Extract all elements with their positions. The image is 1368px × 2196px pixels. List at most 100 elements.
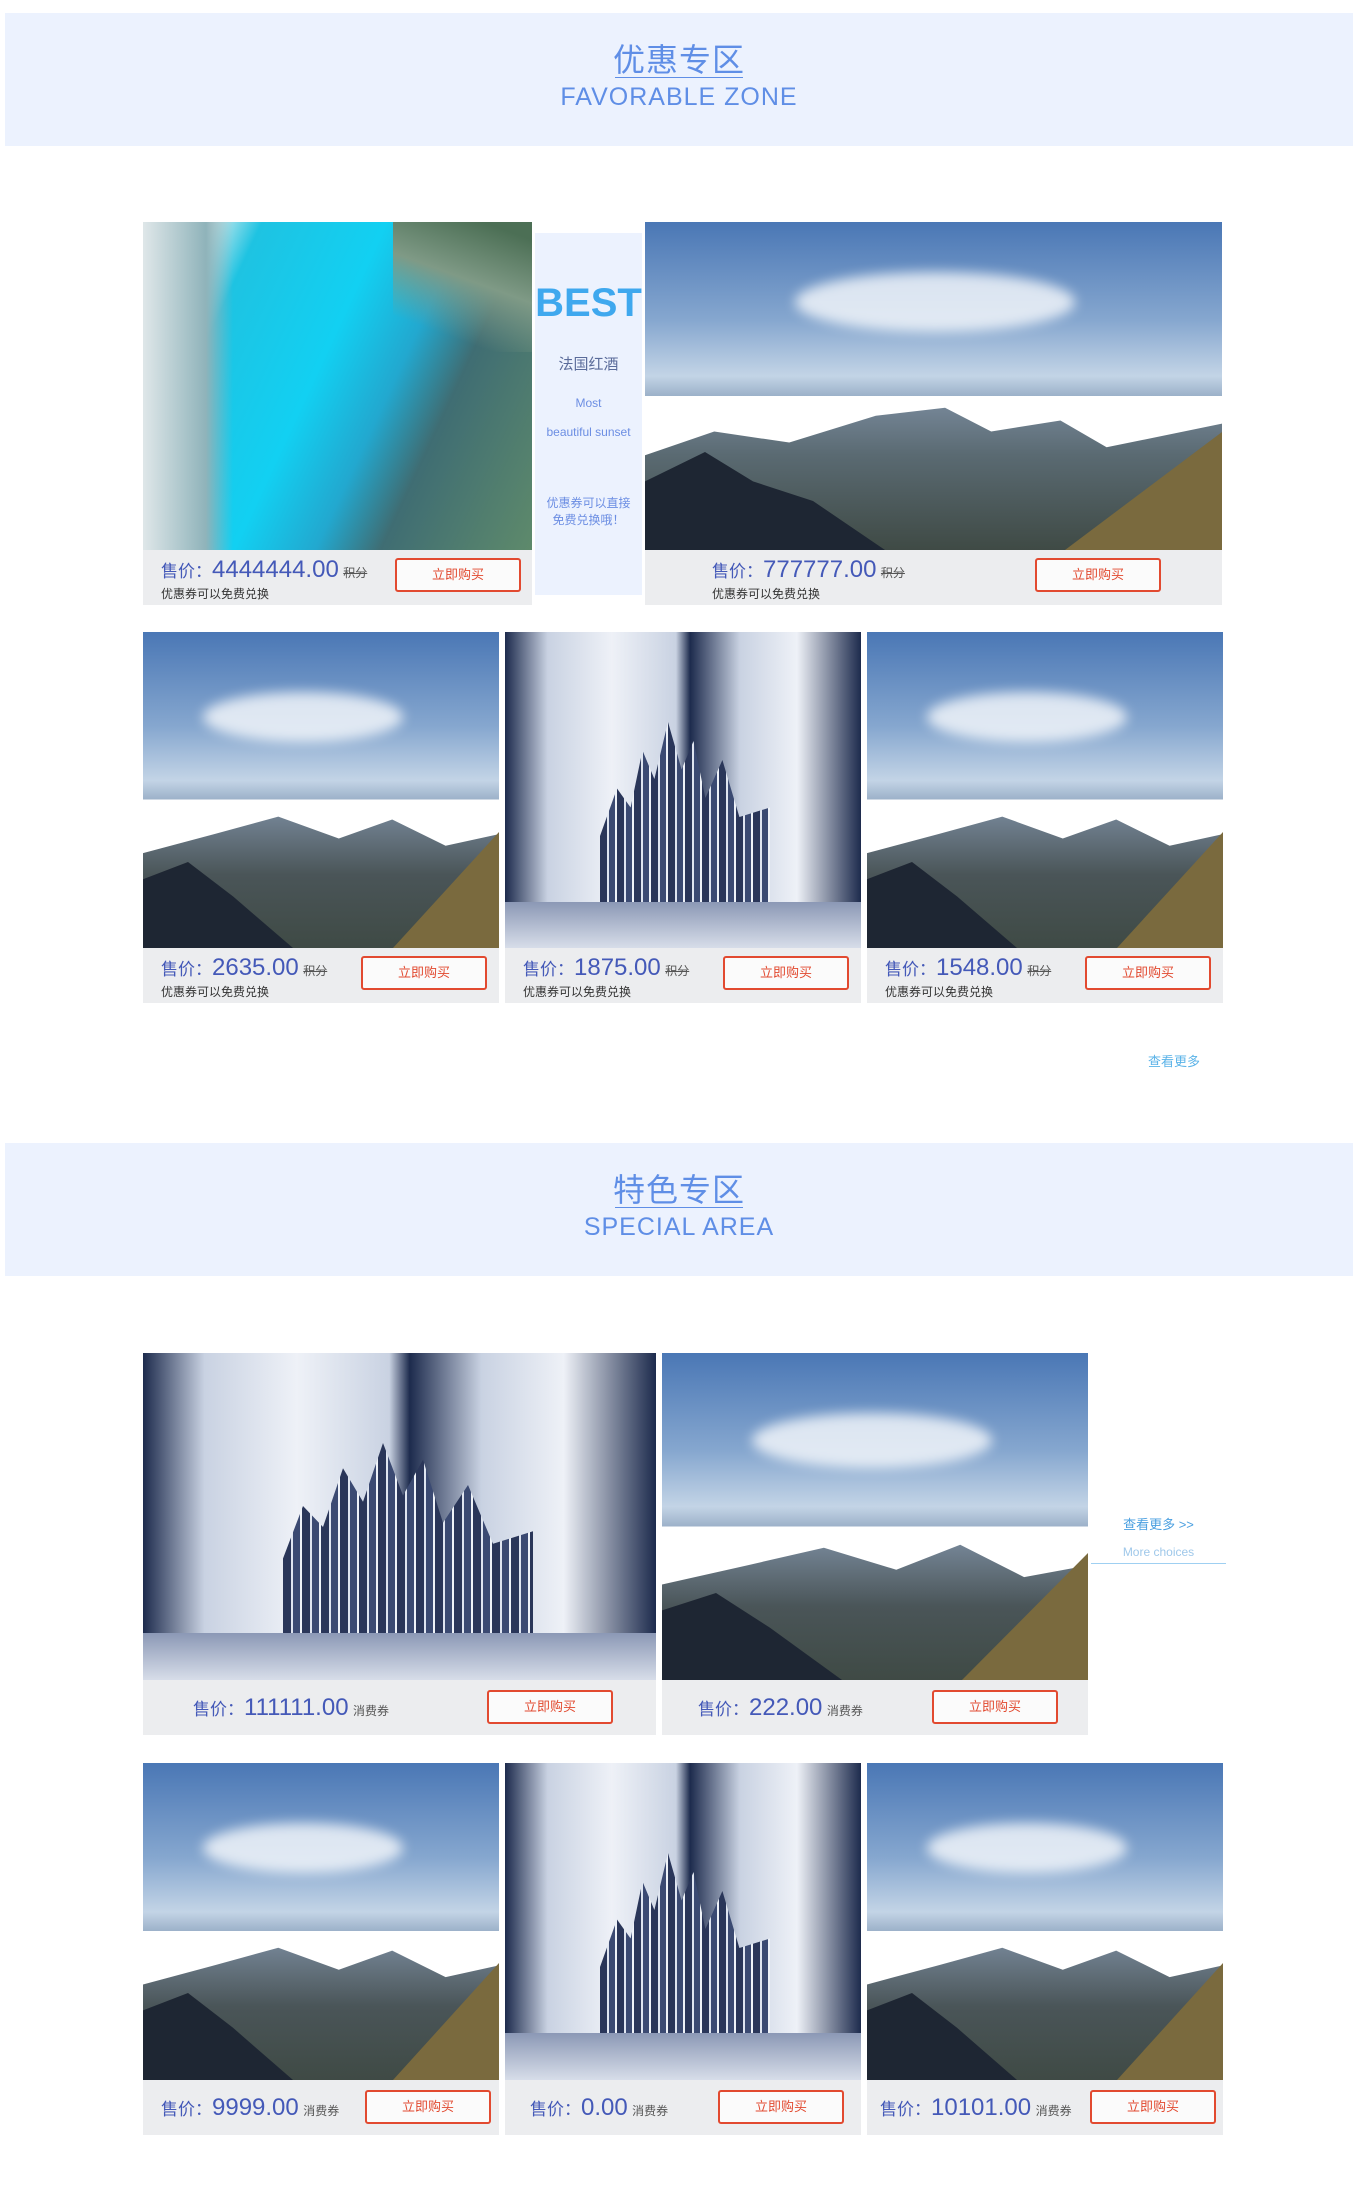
- price-label: 售价：: [712, 562, 763, 581]
- best-heading: BEST: [535, 281, 642, 325]
- product-image[interactable]: [143, 632, 499, 948]
- coupon-note: 优惠券可以免费兑换: [523, 985, 632, 999]
- product-image[interactable]: [505, 1763, 861, 2080]
- buy-now-button[interactable]: 立即购买: [361, 956, 487, 990]
- best-subtitle-2: beautiful sunset: [546, 425, 631, 439]
- product-card[interactable]: 售价：0.00 消费券 立即购买: [505, 1763, 861, 2135]
- price-value: 0.00: [581, 2094, 628, 2121]
- price-unit: 积分: [343, 566, 368, 580]
- price-unit: 消费券: [826, 1704, 863, 1718]
- more-choices-subtitle: More choices: [1122, 1545, 1195, 1559]
- product-card[interactable]: 售价：111111.00 消费券 立即购买: [143, 1353, 656, 1735]
- price-line: 售价：0.00 消费券: [530, 2094, 668, 2122]
- product-image[interactable]: [662, 1353, 1088, 1680]
- product-info-bar: 售价：4444444.00 积分 优惠券可以免费兑换 立即购买: [143, 550, 532, 605]
- price-label: 售价：: [161, 562, 212, 581]
- coupon-note: 优惠券可以免费兑换: [885, 985, 994, 999]
- price-unit: 积分: [303, 964, 328, 978]
- product-info-bar: 售价：0.00 消费券 立即购买: [505, 2080, 861, 2135]
- buy-now-button[interactable]: 立即购买: [1085, 956, 1211, 990]
- buy-now-button[interactable]: 立即购买: [718, 2090, 844, 2124]
- product-info-bar: 售价：111111.00 消费券 立即购买: [143, 1680, 656, 1735]
- product-info-bar: 售价：777777.00 积分 优惠券可以免费兑换 立即购买: [645, 550, 1222, 605]
- price-label: 售价：: [193, 1700, 244, 1719]
- view-more-link[interactable]: 查看更多: [1148, 1051, 1200, 1070]
- product-card[interactable]: 售价：222.00 消费券 立即购买: [662, 1353, 1088, 1735]
- price-line: 售价：4444444.00 积分: [161, 556, 367, 584]
- product-info-bar: 售价：222.00 消费券 立即购买: [662, 1680, 1088, 1735]
- favorable-zone-header: 优惠专区 FAVORABLE ZONE: [5, 13, 1353, 146]
- price-value: 4444444.00: [212, 556, 339, 583]
- best-description: 优惠券可以直接免费兑换哦！: [546, 496, 631, 527]
- product-image[interactable]: [143, 222, 532, 550]
- product-image[interactable]: [143, 1353, 656, 1680]
- price-label: 售价：: [530, 2100, 581, 2119]
- best-promo-panel[interactable]: BEST 法国红酒 Most beautiful sunset 优惠券可以直接免…: [535, 233, 642, 595]
- price-value: 222.00: [749, 1694, 823, 1721]
- price-line: 售价：2635.00 积分: [161, 954, 327, 982]
- title-divider: [615, 77, 743, 78]
- price-line: 售价：111111.00 消费券: [193, 1694, 389, 1722]
- product-info-bar: 售价：1548.00 积分 优惠券可以免费兑换 立即购买: [867, 948, 1223, 1003]
- product-card[interactable]: 售价：2635.00 积分 优惠券可以免费兑换 立即购买: [143, 632, 499, 1003]
- title-divider: [615, 1207, 743, 1208]
- coupon-note: 优惠券可以免费兑换: [161, 587, 270, 601]
- coupon-note: 优惠券可以免费兑换: [712, 587, 821, 601]
- product-card[interactable]: 售价：1548.00 积分 优惠券可以免费兑换 立即购买: [867, 632, 1223, 1003]
- price-value: 2635.00: [212, 954, 299, 981]
- buy-now-button[interactable]: 立即购买: [395, 558, 521, 592]
- price-unit: 消费券: [632, 2104, 669, 2118]
- coupon-note: 优惠券可以免费兑换: [161, 985, 270, 999]
- product-image[interactable]: [867, 632, 1223, 948]
- price-line: 售价：222.00 消费券: [698, 1694, 863, 1722]
- price-line: 售价：1548.00 积分: [885, 954, 1051, 982]
- favorable-zone-title: 优惠专区: [612, 42, 745, 78]
- price-value: 777777.00: [763, 556, 877, 583]
- buy-now-button[interactable]: 立即购买: [723, 956, 849, 990]
- product-image[interactable]: [505, 632, 861, 948]
- best-subtitle-1: Most: [575, 396, 602, 410]
- price-line: 售价：10101.00 消费券: [880, 2094, 1072, 2122]
- favorable-zone-subtitle: FAVORABLE ZONE: [560, 83, 798, 111]
- price-value: 111111.00: [244, 1694, 349, 1721]
- price-unit: 消费券: [353, 1704, 390, 1718]
- product-info-bar: 售价：2635.00 积分 优惠券可以免费兑换 立即购买: [143, 948, 499, 1003]
- price-label: 售价：: [161, 2100, 212, 2119]
- price-value: 1875.00: [574, 954, 661, 981]
- special-area-header: 特色专区 SPECIAL AREA: [5, 1143, 1353, 1276]
- price-label: 售价：: [885, 960, 936, 979]
- product-image[interactable]: [867, 1763, 1223, 2080]
- product-image[interactable]: [645, 222, 1222, 550]
- price-line: 售价：1875.00 积分: [523, 954, 689, 982]
- price-label: 售价：: [698, 1700, 749, 1719]
- product-card[interactable]: 售价：10101.00 消费券 立即购买: [867, 1763, 1223, 2135]
- price-line: 售价：777777.00 积分: [712, 556, 905, 584]
- buy-now-button[interactable]: 立即购买: [1035, 558, 1161, 592]
- product-info-bar: 售价：1875.00 积分 优惠券可以免费兑换 立即购买: [505, 948, 861, 1003]
- price-unit: 消费券: [1035, 2104, 1072, 2118]
- buy-now-button[interactable]: 立即购买: [932, 1690, 1058, 1724]
- price-unit: 积分: [1027, 964, 1052, 978]
- price-value: 10101.00: [931, 2094, 1032, 2121]
- price-unit: 消费券: [303, 2104, 340, 2118]
- buy-now-button[interactable]: 立即购买: [365, 2090, 491, 2124]
- price-label: 售价：: [523, 960, 574, 979]
- price-label: 售价：: [880, 2100, 931, 2119]
- best-product-name: 法国红酒: [558, 356, 619, 373]
- more-choices-link[interactable]: 查看更多 >> More choices: [1091, 1514, 1226, 1564]
- more-choices-label: 查看更多 >>: [1123, 1517, 1194, 1532]
- product-card[interactable]: 售价：1875.00 积分 优惠券可以免费兑换 立即购买: [505, 632, 861, 1003]
- product-card[interactable]: 售价：777777.00 积分 优惠券可以免费兑换 立即购买: [645, 222, 1222, 605]
- product-image[interactable]: [143, 1763, 499, 2080]
- product-card[interactable]: 售价：4444444.00 积分 优惠券可以免费兑换 立即购买: [143, 222, 532, 605]
- buy-now-button[interactable]: 立即购买: [487, 1690, 613, 1724]
- price-label: 售价：: [161, 960, 212, 979]
- product-info-bar: 售价：9999.00 消费券 立即购买: [143, 2080, 499, 2135]
- price-unit: 积分: [880, 566, 905, 580]
- price-value: 1548.00: [936, 954, 1023, 981]
- buy-now-button[interactable]: 立即购买: [1090, 2090, 1216, 2124]
- price-unit: 积分: [665, 964, 690, 978]
- price-value: 9999.00: [212, 2094, 299, 2121]
- product-card[interactable]: 售价：9999.00 消费券 立即购买: [143, 1763, 499, 2135]
- price-line: 售价：9999.00 消费券: [161, 2094, 339, 2122]
